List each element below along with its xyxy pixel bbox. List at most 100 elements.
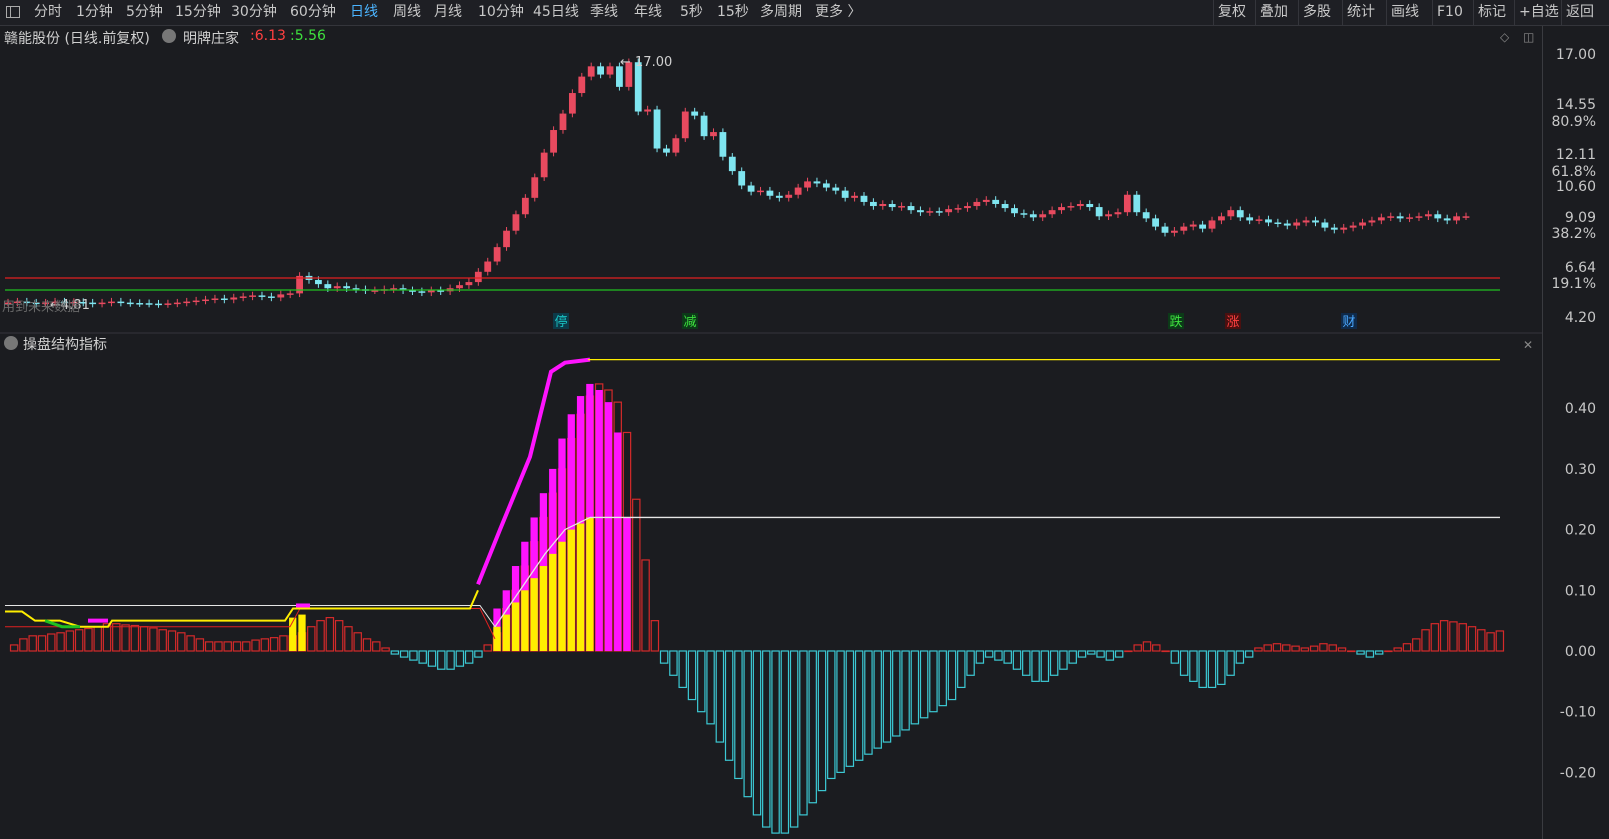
candle-body [1067,206,1075,208]
candle-body [1039,214,1047,218]
candle-body [211,298,219,301]
candle-body [192,300,200,303]
candle-body [738,171,746,186]
candle-body [1349,225,1357,228]
indicator-bar-positive [1449,621,1458,652]
candle-body [1340,227,1348,230]
candle-body [108,301,115,304]
candle-body [1293,222,1301,226]
indicator-bar-negative [1096,650,1105,658]
indicator-bar-positive [223,641,232,652]
indicator-bar-negative [789,650,799,828]
candle-body [1123,194,1131,213]
indicator-bar-negative [678,650,687,689]
indicator-bar-negative [734,650,743,780]
candle-body [606,66,614,75]
indicator-bar-positive [130,624,140,652]
indicator-bar-negative [390,650,400,655]
candle-body [531,177,539,198]
candle-body [710,132,717,137]
indicator-bar-positive [1133,644,1142,652]
indicator-bar-negative [1114,650,1124,658]
yellow-bar [530,578,538,651]
indicator-bar-positive [1328,644,1337,652]
percent-axis-label: 38.2% [1552,226,1596,242]
candle-body [418,291,426,293]
candle-body [98,302,106,305]
candle-body [1152,218,1159,227]
indicator-axis-label: 0.20 [1565,523,1596,539]
indicator-bar-negative [808,650,817,804]
indicator-bar-positive [186,635,195,652]
indicator-bar-positive [47,633,56,652]
indicator-bar-positive [325,617,335,652]
candle-body [935,211,943,213]
indicator-bar-positive [1430,623,1440,652]
candle-body [672,138,680,153]
indicator-bar-positive [139,626,149,652]
indicator-bar-negative [418,650,427,664]
indicator-bar-positive [344,626,353,652]
indicator-bar-positive [1347,650,1356,653]
indicator-bar-negative [957,650,966,689]
indicator-bar-negative [827,650,836,780]
candle-body [860,195,868,202]
indicator-bar-positive [177,632,186,652]
indicator-bar-positive [242,641,251,652]
indicator-bar-negative [799,650,808,816]
percent-axis-label: 80.9% [1552,114,1596,130]
indicator-bar-negative [1012,650,1022,670]
indicator-bar-negative [966,650,975,676]
indicator-bar-negative [762,650,771,828]
candle-body [747,185,755,192]
candle-body [822,183,830,188]
candle-body [775,195,783,198]
indicator-bar-positive [149,627,158,652]
signal-marker: 涨 [1226,315,1239,330]
candle-body [1011,208,1018,214]
candle-body [964,206,971,209]
candle-body [898,206,906,208]
indicator-bar-positive [1142,641,1152,652]
candle-body [1302,220,1310,223]
candle-body [1142,212,1150,219]
candle-body [1406,217,1413,219]
indicator-bar-positive [1421,629,1430,652]
candle-body [794,187,802,195]
chart-canvas[interactable]: 17.00 14.55 12.11 10.60 9.09 6.64 4.20 80.9% 61.… [0,0,1609,839]
indicator-bar-positive [37,635,47,652]
price-axis-label: 12.11 [1556,147,1596,163]
candle-body [286,293,294,295]
indicator-bar-negative [1244,650,1254,658]
candle-body [1283,223,1291,226]
candle-body [249,295,256,297]
candle-body [851,195,858,198]
indicator-bar-negative [1087,650,1096,655]
indicator-bar-negative [1356,650,1365,655]
candle-body [1312,220,1319,223]
indicator-bar-positive [1337,647,1347,652]
indicator-bar-positive [84,627,93,652]
candle-body [333,286,341,289]
candle-body [136,303,144,305]
indicator-bar-positive [93,626,102,652]
candle-body [484,261,492,272]
indicator-bar-positive [167,630,177,652]
candle-body [202,299,209,302]
candle-body [1208,220,1216,229]
indicator-bar-negative [1179,650,1189,676]
indicator-bar-positive [204,641,214,652]
candle-body [813,181,821,184]
candle-body [728,156,736,172]
candle-body [267,296,275,298]
candle-body [982,199,990,202]
candle-body [1048,210,1056,215]
candle-body [503,230,510,248]
indicator-bar-positive [1458,623,1467,652]
indicator-axis-label: 0.10 [1565,583,1596,599]
magenta-bar [623,517,631,651]
candle-body [1161,226,1169,233]
indicator-bar-positive [353,632,362,652]
indicator-bar-negative [929,650,938,713]
candle-body [145,303,153,305]
